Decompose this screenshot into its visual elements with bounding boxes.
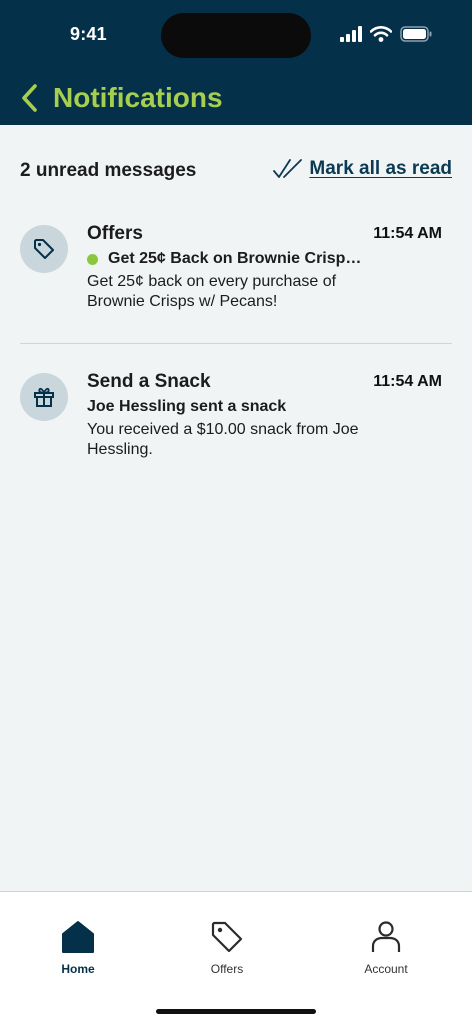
notification-time: 11:54 AM	[373, 373, 442, 390]
back-button[interactable]	[14, 80, 44, 116]
status-time: 9:41	[70, 24, 107, 44]
app-header: 9:41 Notifications	[0, 0, 472, 125]
home-indicator	[156, 1009, 316, 1014]
notification-subject: Get 25¢ Back on Brownie Crisps w/ Pecans	[87, 248, 367, 270]
gift-icon	[34, 387, 54, 407]
nav-row: Notifications	[0, 78, 472, 120]
unread-dot	[87, 253, 98, 265]
battery-icon	[400, 26, 432, 42]
unread-count: 2 unread messages	[20, 160, 197, 181]
tab-label: Offers	[210, 962, 244, 976]
notification-category: Send a Snack	[87, 371, 211, 392]
signal-icon	[340, 26, 362, 42]
chevron-left-icon	[22, 84, 37, 112]
notification-body: Offers Get 25¢ Back on Brownie Crisps w/…	[87, 222, 367, 312]
tab-label: Account	[364, 962, 408, 976]
notification-category: Offers	[87, 223, 143, 244]
notification-avatar	[20, 373, 68, 421]
tag-icon	[34, 239, 54, 259]
tab-account[interactable]: Account	[326, 920, 446, 984]
mark-all-read-label: Mark all as read	[309, 158, 452, 179]
page-title: Notifications	[53, 82, 223, 113]
wifi-icon	[370, 26, 392, 42]
person-icon	[371, 921, 401, 952]
tab-label: Home	[61, 962, 95, 976]
notification-item-send-a-snack[interactable]: Send a Snack Joe Hessling sent a snack Y…	[20, 370, 452, 480]
tab-home[interactable]: Home	[18, 920, 138, 984]
mark-all-read-button[interactable]: Mark all as read	[273, 158, 452, 180]
notification-message: You received a $10.00 snack from Joe Hes…	[87, 421, 359, 458]
notification-body: Send a Snack Joe Hessling sent a snack Y…	[87, 370, 367, 460]
notification-subject-text: Joe Hessling sent a snack	[87, 398, 287, 415]
tab-offers[interactable]: Offers	[167, 920, 287, 984]
notification-avatar	[20, 225, 68, 273]
double-check-icon	[273, 159, 303, 178]
notification-message: Get 25¢ back on every purchase of Browni…	[87, 273, 337, 310]
notification-subject: Joe Hessling sent a snack	[87, 396, 367, 418]
bottom-tab-bar: Home Offers Account	[0, 891, 472, 1024]
tag-icon	[211, 921, 243, 953]
status-bar: 9:41	[0, 0, 472, 70]
notification-item-offers[interactable]: Offers Get 25¢ Back on Brownie Crisps w/…	[20, 222, 452, 344]
notifications-content: 2 unread messages Mark all as read Offer…	[0, 125, 472, 891]
dynamic-island	[161, 13, 311, 58]
notification-time: 11:54 AM	[373, 225, 442, 242]
home-icon	[62, 921, 94, 953]
notification-subject-text: Get 25¢ Back on Brownie Crisps w/ Pecans	[108, 250, 367, 267]
status-icons	[340, 26, 432, 42]
